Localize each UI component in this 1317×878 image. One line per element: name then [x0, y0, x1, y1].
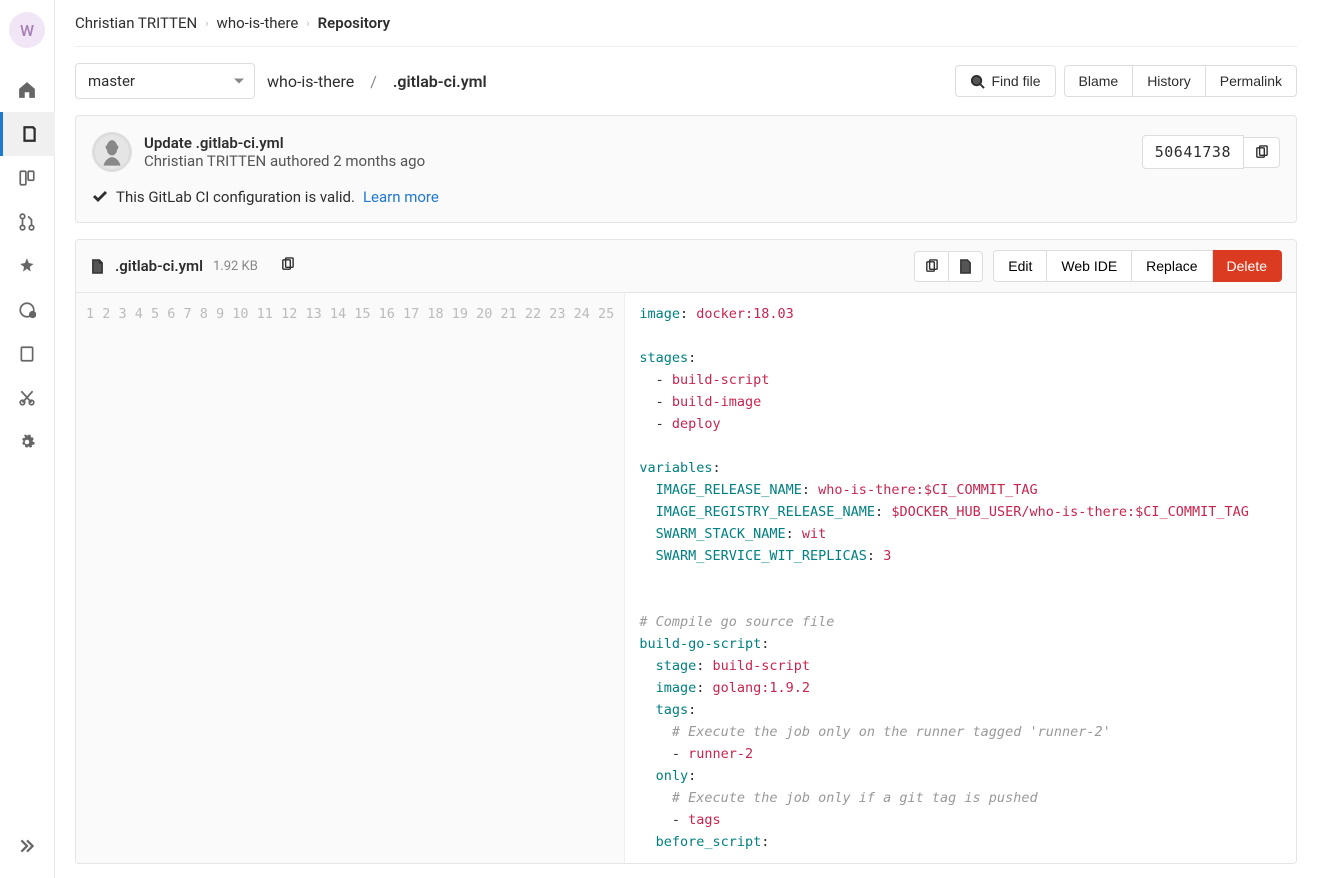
wiki-icon[interactable] — [0, 332, 55, 376]
history-button[interactable]: History — [1132, 65, 1206, 97]
project-sidebar: W — [0, 0, 55, 878]
learn-more-link[interactable]: Learn more — [363, 188, 439, 206]
check-icon — [92, 189, 108, 205]
file-header: .gitlab-ci.yml 1.92 KB Edit Web IDE R — [76, 240, 1296, 293]
path-dir[interactable]: who-is-there — [267, 72, 354, 91]
raw-button[interactable] — [949, 251, 983, 282]
blame-button[interactable]: Blame — [1064, 65, 1134, 97]
snippets-icon[interactable] — [0, 376, 55, 420]
find-file-button[interactable]: Find file — [955, 65, 1055, 97]
ci-cd-icon[interactable] — [0, 244, 55, 288]
operations-icon[interactable] — [0, 288, 55, 332]
settings-icon[interactable] — [0, 420, 55, 464]
path-file: .gitlab-ci.yml — [393, 72, 487, 91]
breadcrumb: Christian TRITTEN › who-is-there › Repos… — [75, 0, 1297, 47]
breadcrumb-project[interactable]: who-is-there — [217, 14, 299, 32]
ci-validation-status: This GitLab CI configuration is valid. L… — [92, 188, 1280, 206]
permalink-button[interactable]: Permalink — [1205, 65, 1297, 97]
collapse-sidebar-icon[interactable] — [0, 824, 55, 868]
file-holder: .gitlab-ci.yml 1.92 KB Edit Web IDE R — [75, 239, 1297, 864]
delete-button[interactable]: Delete — [1213, 250, 1282, 282]
project-avatar[interactable]: W — [9, 12, 45, 48]
commit-title[interactable]: Update .gitlab-ci.yml — [144, 134, 425, 152]
find-file-label: Find file — [991, 73, 1040, 89]
author-avatar[interactable] — [92, 132, 132, 172]
copy-contents-button[interactable] — [914, 251, 949, 282]
path-separator: / — [370, 72, 377, 91]
copy-icon — [924, 259, 939, 274]
copy-sha-button[interactable] — [1244, 137, 1280, 168]
issues-icon[interactable] — [0, 156, 55, 200]
file-navigation: master who-is-there / .gitlab-ci.yml Fin… — [75, 47, 1297, 115]
code-view: 1 2 3 4 5 6 7 8 9 10 11 12 13 14 15 16 1… — [76, 293, 1296, 863]
chevron-right-icon: › — [306, 17, 309, 30]
search-icon — [970, 74, 985, 89]
document-icon — [958, 259, 973, 274]
replace-button[interactable]: Replace — [1132, 250, 1212, 282]
repository-icon[interactable] — [0, 112, 55, 156]
branch-selector[interactable]: master — [75, 63, 255, 99]
file-icon — [90, 259, 105, 274]
commit-box: Update .gitlab-ci.yml Christian TRITTEN … — [75, 115, 1297, 223]
commit-sha: 50641738 — [1142, 135, 1244, 169]
breadcrumb-user[interactable]: Christian TRITTEN — [75, 14, 197, 32]
file-name: .gitlab-ci.yml — [115, 257, 203, 275]
chevron-right-icon: › — [205, 17, 208, 30]
breadcrumb-current: Repository — [318, 14, 390, 32]
merge-requests-icon[interactable] — [0, 200, 55, 244]
home-icon[interactable] — [0, 68, 55, 112]
commit-meta: Christian TRITTEN authored 2 months ago — [144, 152, 425, 170]
copy-icon — [1254, 145, 1269, 160]
copy-path-icon[interactable] — [280, 257, 295, 272]
web-ide-button[interactable]: Web IDE — [1047, 250, 1132, 282]
code-content: image: docker:18.03 stages: - build-scri… — [625, 293, 1263, 863]
edit-button[interactable]: Edit — [993, 250, 1047, 282]
file-size: 1.92 KB — [213, 259, 258, 274]
line-numbers: 1 2 3 4 5 6 7 8 9 10 11 12 13 14 15 16 1… — [76, 293, 625, 863]
